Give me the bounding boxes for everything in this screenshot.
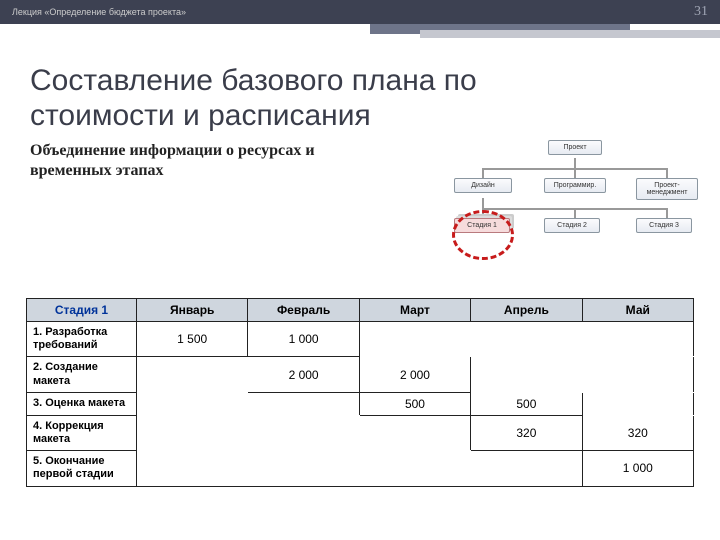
table-row: 4. Коррекция макета 320 320 — [27, 415, 694, 450]
month-4: Май — [582, 299, 693, 322]
page-title: Составление базового плана по стоимости … — [30, 64, 690, 133]
stage-header: Стадия 1 — [27, 299, 137, 322]
subtitle: Объединение информации о ресурсах и врем… — [30, 141, 360, 181]
month-2: Март — [359, 299, 470, 322]
lecture-title: Лекция «Определение бюджета проекта» — [12, 7, 186, 17]
org-diagram: Проект Дизайн Программир. Проект-менеджм… — [444, 140, 704, 280]
org-l2-2: Проект-менеджмент — [636, 178, 698, 200]
org-root: Проект — [548, 140, 602, 155]
table-row: 2. Создание макета 2 000 2 000 — [27, 357, 694, 392]
org-l2-1: Программир. — [544, 178, 606, 193]
page-number: 31 — [694, 4, 708, 20]
org-l2-0: Дизайн — [454, 178, 512, 193]
org-l3-2: Стадия 3 — [636, 218, 692, 233]
org-l3-1: Стадия 2 — [544, 218, 600, 233]
cost-table: Стадия 1 Январь Февраль Март Апрель Май … — [26, 298, 694, 487]
topbar: Лекция «Определение бюджета проекта» 31 — [0, 0, 720, 24]
table-header-row: Стадия 1 Январь Февраль Март Апрель Май — [27, 299, 694, 322]
table-row: 3. Оценка макета 500 500 — [27, 392, 694, 415]
month-3: Апрель — [471, 299, 582, 322]
decoration — [0, 24, 720, 44]
table-row: 1. Разработка требований 1 500 1 000 — [27, 322, 694, 357]
highlight-circle — [452, 210, 514, 260]
month-1: Февраль — [248, 299, 359, 322]
month-0: Январь — [137, 299, 248, 322]
table-row: 5. Окончание первой стадии 1 000 — [27, 451, 694, 486]
